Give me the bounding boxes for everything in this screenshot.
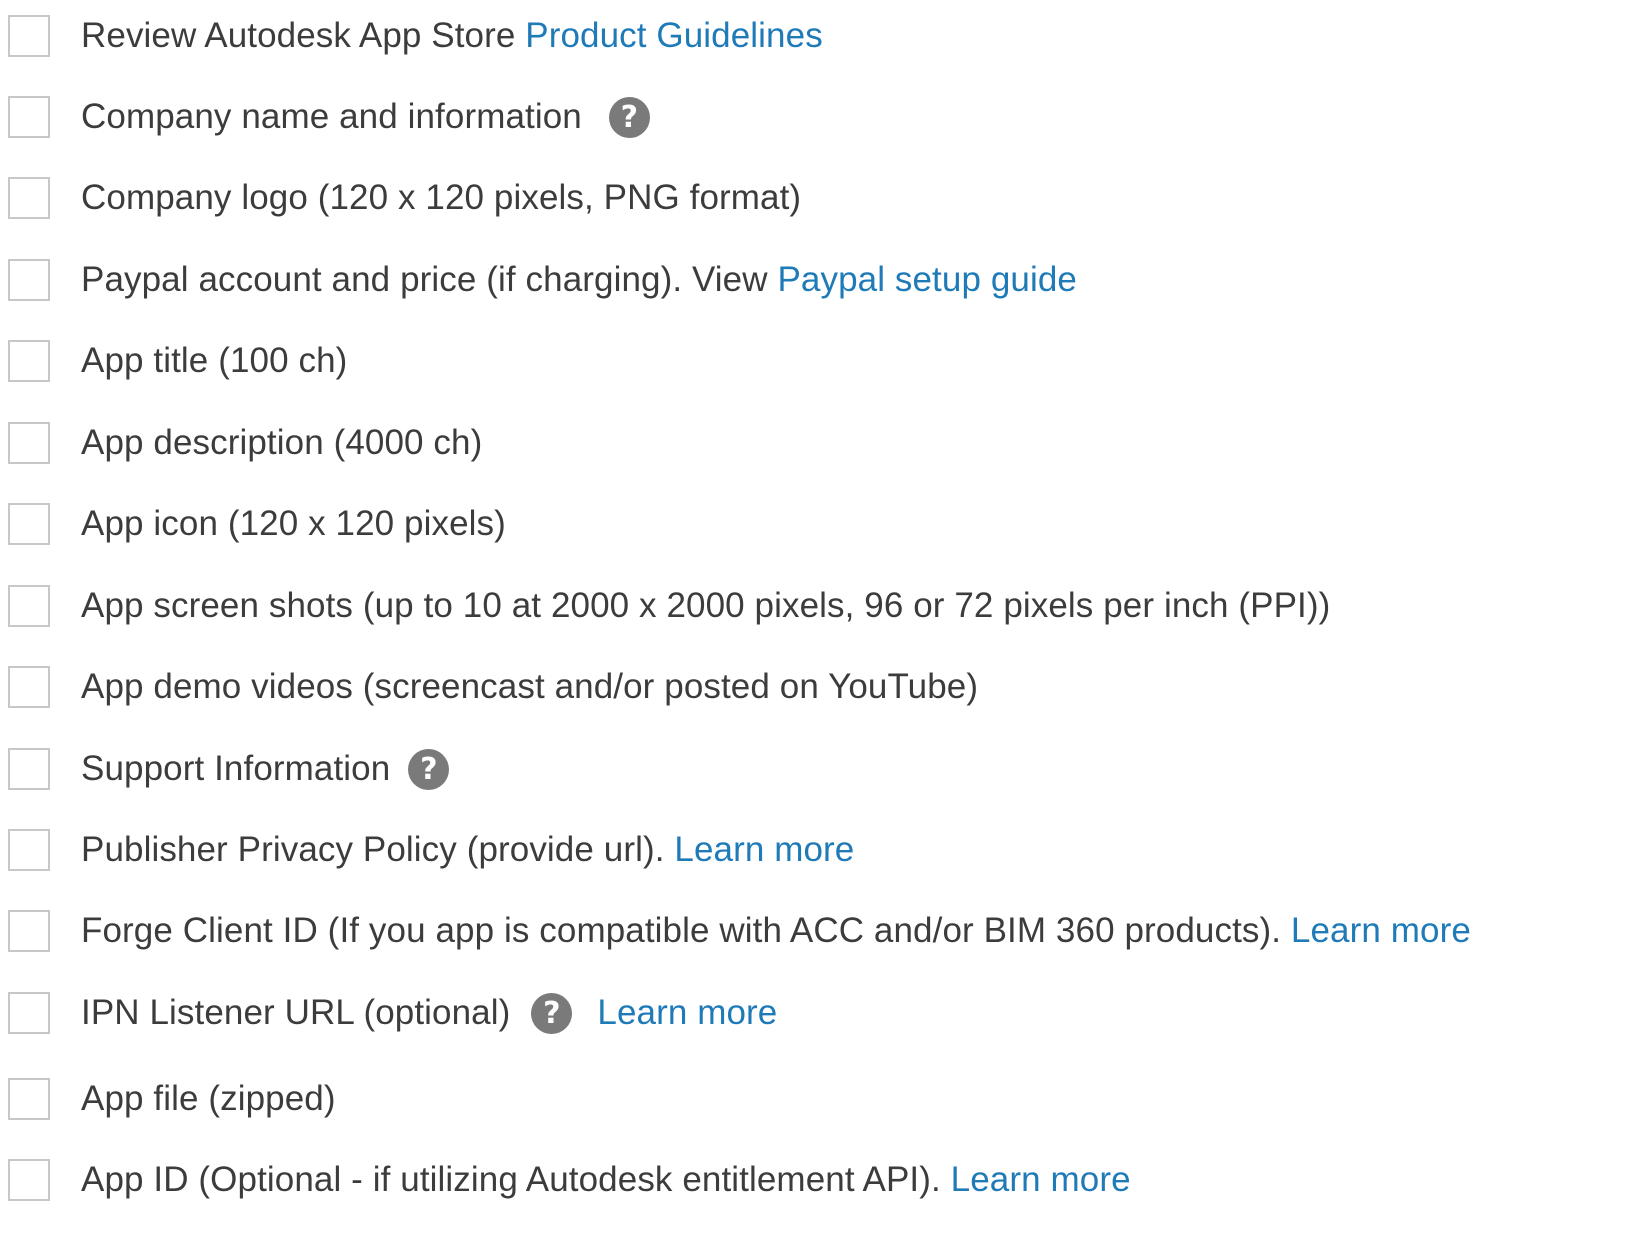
item-label: Paypal account and price (if charging). … xyxy=(81,260,778,299)
checklist-item-app-id: App ID (Optional - if utilizing Autodesk… xyxy=(0,1156,1131,1204)
checkbox[interactable] xyxy=(8,503,50,545)
paypal-setup-guide-link[interactable]: Paypal setup guide xyxy=(777,260,1077,299)
learn-more-link[interactable]: Learn more xyxy=(597,989,777,1037)
checklist-item-support-info: Support Information ? xyxy=(0,745,450,793)
checkbox[interactable] xyxy=(8,992,50,1034)
item-label: Publisher Privacy Policy (provide url). xyxy=(81,830,675,869)
item-label: Company name and information xyxy=(81,97,582,136)
item-label: App screen shots (up to 10 at 2000 x 200… xyxy=(81,586,1331,625)
checkbox[interactable] xyxy=(8,585,50,627)
checkbox[interactable] xyxy=(8,1078,50,1120)
checklist-item-app-icon: App icon (120 x 120 pixels) xyxy=(0,500,506,548)
checklist-item-app-file: App file (zipped) xyxy=(0,1075,336,1123)
checkbox[interactable] xyxy=(8,96,50,138)
checkbox[interactable] xyxy=(8,422,50,464)
item-label: Support Information xyxy=(81,749,391,788)
checklist-item-app-description: App description (4000 ch) xyxy=(0,419,482,467)
checkbox[interactable] xyxy=(8,910,50,952)
checkbox[interactable] xyxy=(8,340,50,382)
item-label: App title (100 ch) xyxy=(81,341,348,380)
checklist-item-screenshots: App screen shots (up to 10 at 2000 x 200… xyxy=(0,582,1330,630)
checklist-item-demo-videos: App demo videos (screencast and/or poste… xyxy=(0,663,978,711)
checklist-item-product-guidelines: Review Autodesk App Store Product Guidel… xyxy=(0,12,823,60)
question-circle-icon[interactable]: ? xyxy=(531,992,573,1034)
learn-more-link[interactable]: Learn more xyxy=(951,1160,1131,1199)
item-label: App description (4000 ch) xyxy=(81,423,483,462)
checkbox[interactable] xyxy=(8,259,50,301)
learn-more-link[interactable]: Learn more xyxy=(1291,911,1471,950)
question-circle-icon[interactable]: ? xyxy=(608,96,650,138)
checklist-item-app-title: App title (100 ch) xyxy=(0,337,347,385)
item-label: App ID (Optional - if utilizing Autodesk… xyxy=(81,1160,951,1199)
item-label: App demo videos (screencast and/or poste… xyxy=(81,667,979,706)
checkbox[interactable] xyxy=(8,666,50,708)
learn-more-link[interactable]: Learn more xyxy=(674,830,854,869)
checkbox[interactable] xyxy=(8,15,50,57)
checkbox[interactable] xyxy=(8,1159,50,1201)
item-label: App file (zipped) xyxy=(81,1079,336,1118)
checklist-item-paypal: Paypal account and price (if charging). … xyxy=(0,256,1077,304)
item-label: IPN Listener URL (optional) xyxy=(81,993,511,1032)
checkbox[interactable] xyxy=(8,829,50,871)
item-label: Forge Client ID (If you app is compatibl… xyxy=(81,911,1291,950)
checklist-item-company-info: Company name and information ? xyxy=(0,93,650,141)
checkbox[interactable] xyxy=(8,748,50,790)
item-label: App icon (120 x 120 pixels) xyxy=(81,504,506,543)
checklist-item-forge-client-id: Forge Client ID (If you app is compatibl… xyxy=(0,907,1471,955)
checklist-item-privacy-policy: Publisher Privacy Policy (provide url). … xyxy=(0,826,854,874)
product-guidelines-link[interactable]: Product Guidelines xyxy=(525,16,823,55)
checkbox[interactable] xyxy=(8,177,50,219)
checklist-item-company-logo: Company logo (120 x 120 pixels, PNG form… xyxy=(0,174,801,222)
item-label: Company logo (120 x 120 pixels, PNG form… xyxy=(81,178,802,217)
checklist-item-ipn-listener: IPN Listener URL (optional) ? Learn more xyxy=(0,989,777,1037)
item-label: Review Autodesk App Store xyxy=(81,16,526,55)
question-circle-icon[interactable]: ? xyxy=(408,748,450,790)
